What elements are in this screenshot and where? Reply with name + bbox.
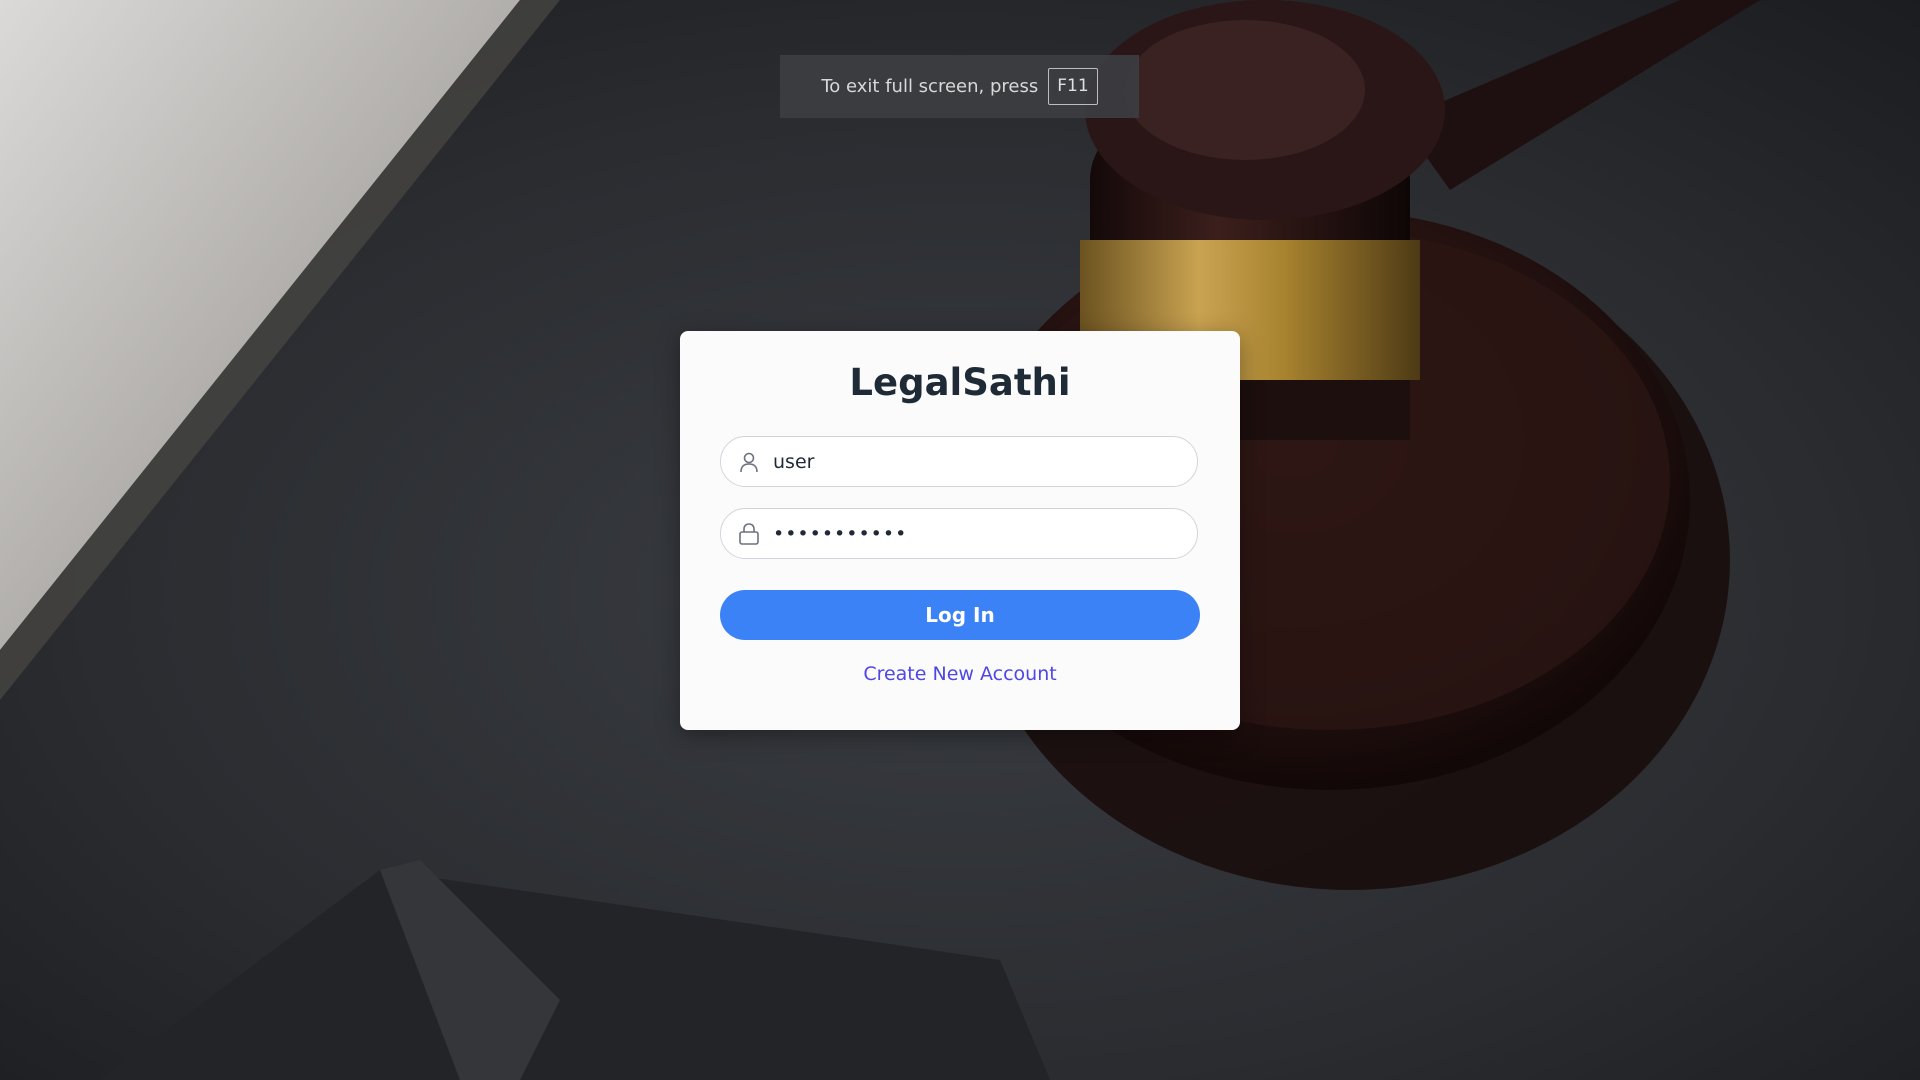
app-title: LegalSathi	[849, 361, 1071, 404]
lock-icon	[737, 522, 761, 546]
password-field[interactable]	[720, 508, 1198, 559]
password-input[interactable]	[771, 521, 1175, 546]
user-icon	[737, 450, 761, 474]
login-button[interactable]: Log In	[720, 590, 1200, 640]
fullscreen-key: F11	[1048, 68, 1098, 105]
create-account-link[interactable]: Create New Account	[680, 663, 1240, 685]
username-field[interactable]	[720, 436, 1198, 487]
fullscreen-notice-text: To exit full screen, press	[821, 76, 1039, 97]
username-input[interactable]	[771, 449, 1175, 474]
login-card: LegalSathi Log In Create New Account	[680, 331, 1240, 730]
fullscreen-notice: To exit full screen, press F11	[780, 55, 1139, 118]
